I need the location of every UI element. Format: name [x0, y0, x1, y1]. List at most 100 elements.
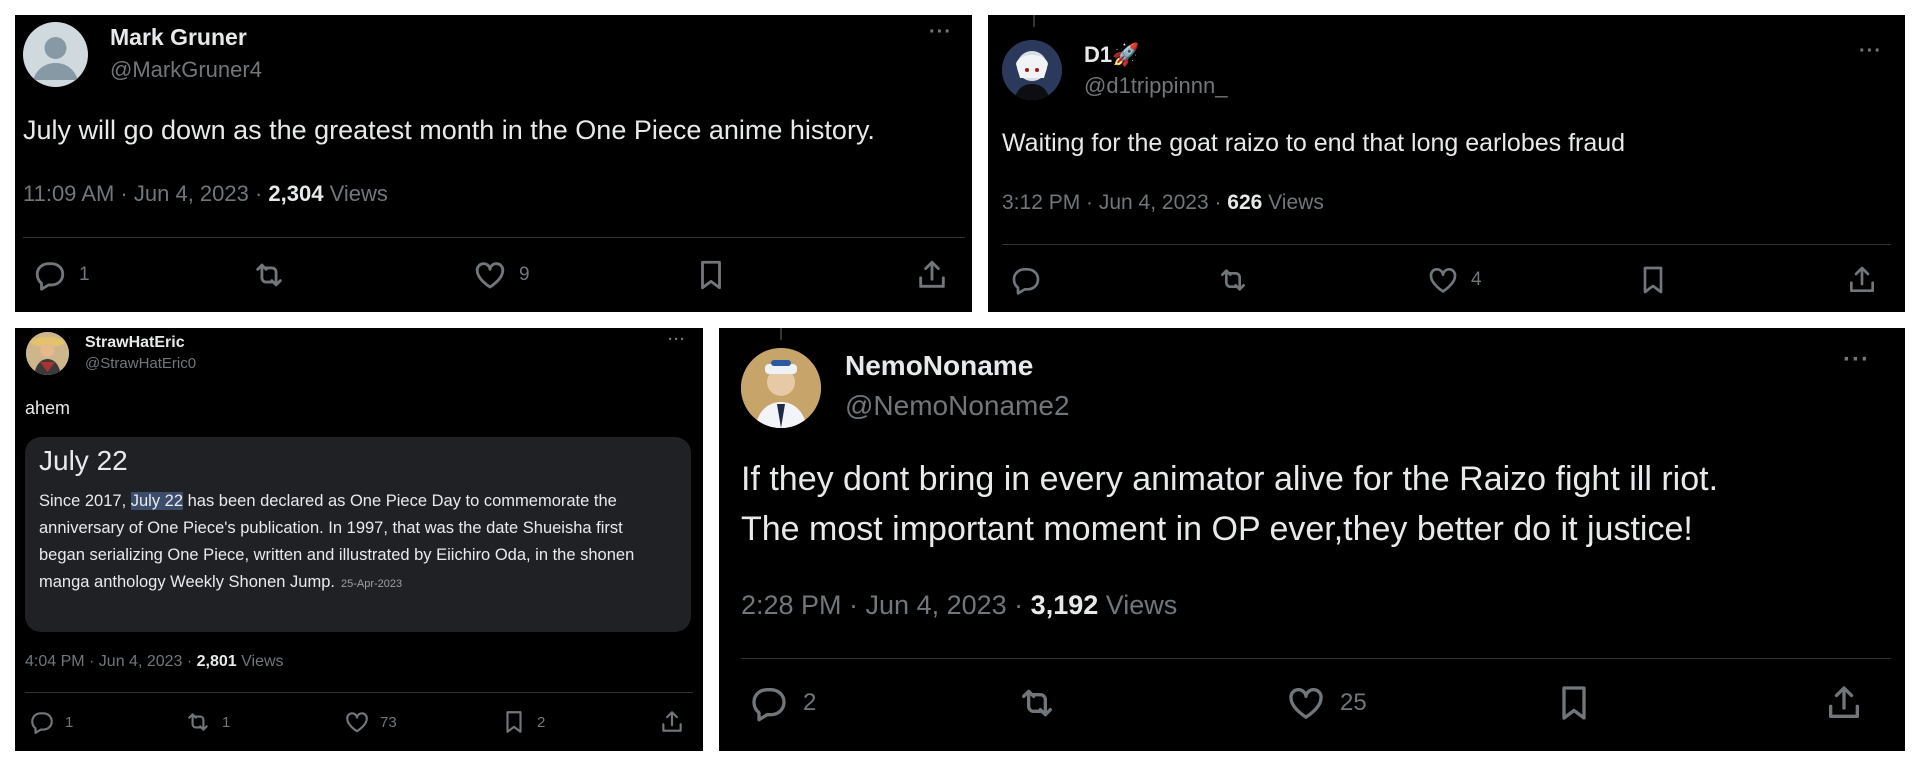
- default-avatar-icon: [33, 37, 78, 80]
- reply-button[interactable]: [1010, 264, 1042, 296]
- tweet-meta: 3:12 PM · Jun 4, 2023 · 626 Views: [1002, 191, 1324, 215]
- reply-count: 2: [803, 689, 817, 716]
- thread-line: [780, 328, 782, 340]
- views-count: 626: [1227, 191, 1263, 214]
- bookmark-icon: [501, 709, 527, 735]
- views-label: Views: [236, 653, 284, 670]
- like-icon: [473, 258, 507, 292]
- avatar[interactable]: [1002, 40, 1062, 100]
- retweet-icon: [1215, 264, 1251, 296]
- retweet-count: 1: [222, 713, 231, 731]
- views-count: 3,192: [1030, 590, 1099, 620]
- reply-button[interactable]: 2: [749, 683, 816, 723]
- retweet-icon: [184, 709, 212, 735]
- retweet-button[interactable]: [1215, 264, 1251, 296]
- divider: [25, 692, 693, 693]
- divider: [1002, 244, 1891, 245]
- retweet-button[interactable]: [1015, 683, 1059, 723]
- reply-icon: [1010, 264, 1042, 296]
- tweet-d1: D1🚀 @d1trippinnn_ ··· Waiting for the go…: [988, 15, 1905, 312]
- share-button[interactable]: [1846, 264, 1878, 296]
- views-label: Views: [323, 181, 388, 206]
- more-icon[interactable]: ···: [1859, 40, 1882, 63]
- user-handle[interactable]: @MarkGruner4: [110, 57, 262, 83]
- tweet-nemononame: NemoNoname @NemoNoname2 ··· If they dont…: [719, 328, 1905, 751]
- bookmark-button[interactable]: 2: [501, 709, 545, 735]
- more-icon[interactable]: ···: [929, 21, 952, 44]
- tweet-meta: 2:28 PM · Jun 4, 2023 · 3,192 Views: [741, 590, 1177, 621]
- reply-icon: [29, 709, 55, 735]
- snippet-text: Since 2017, July 22 has been declared as…: [39, 488, 639, 598]
- like-count: 4: [1471, 269, 1482, 290]
- bookmark-icon: [694, 258, 728, 292]
- reply-count: 1: [65, 713, 74, 731]
- bookmark-button[interactable]: [694, 258, 728, 292]
- more-icon[interactable]: ···: [668, 331, 686, 348]
- tweet-meta: 4:04 PM · Jun 4, 2023 · 2,801 Views: [25, 653, 284, 671]
- bookmark-icon: [1554, 683, 1594, 723]
- retweet-button[interactable]: [250, 258, 288, 292]
- like-count: 9: [519, 264, 530, 285]
- avatar-image: [1002, 40, 1062, 100]
- timestamp[interactable]: 3:12 PM · Jun 4, 2023 ·: [1002, 191, 1227, 214]
- user-handle[interactable]: @StrawHatEric0: [85, 355, 196, 372]
- reply-button[interactable]: 1: [33, 258, 90, 292]
- retweet-icon: [1015, 683, 1059, 723]
- tweet-text: ahem: [25, 398, 71, 418]
- thread-line: [1033, 15, 1035, 27]
- search-snippet-card[interactable]: July 22 Since 2017, July 22 has been dec…: [25, 437, 691, 632]
- display-name[interactable]: D1🚀: [1084, 42, 1140, 68]
- share-button[interactable]: [915, 258, 949, 292]
- like-count: 73: [380, 713, 397, 731]
- share-icon: [659, 709, 685, 735]
- tweet-text: July will go down as the greatest month …: [23, 115, 875, 145]
- bookmark-button[interactable]: [1637, 264, 1669, 296]
- like-button[interactable]: 73: [344, 709, 397, 735]
- timestamp[interactable]: 4:04 PM · Jun 4, 2023 ·: [25, 653, 197, 670]
- share-icon: [1824, 683, 1864, 723]
- avatar-image: [741, 348, 821, 428]
- retweet-icon: [250, 258, 288, 292]
- tweet-text-line-1: If they dont bring in every animator ali…: [741, 460, 1719, 498]
- share-icon: [1846, 264, 1878, 296]
- reply-button[interactable]: 1: [29, 709, 73, 735]
- tweet-text: Waiting for the goat raizo to end that l…: [1002, 129, 1626, 157]
- like-button[interactable]: 25: [1286, 683, 1367, 723]
- reply-icon: [33, 258, 67, 292]
- user-handle[interactable]: @NemoNoname2: [845, 390, 1070, 422]
- like-button[interactable]: 9: [473, 258, 530, 292]
- retweet-button[interactable]: 1: [184, 709, 230, 735]
- share-button[interactable]: [1824, 683, 1864, 723]
- snippet-date: 25-Apr-2023: [340, 578, 403, 590]
- share-button[interactable]: [659, 709, 685, 735]
- more-icon[interactable]: ···: [1843, 346, 1870, 374]
- reply-icon: [749, 683, 789, 723]
- display-name[interactable]: StrawHatEric: [85, 334, 185, 352]
- views-count: 2,801: [196, 653, 237, 670]
- user-handle[interactable]: @d1trippinnn_: [1084, 73, 1227, 99]
- timestamp[interactable]: 2:28 PM · Jun 4, 2023 ·: [741, 590, 1031, 620]
- bookmark-button[interactable]: [1554, 683, 1594, 723]
- bookmark-count: 2: [537, 713, 546, 731]
- tweet-meta: 11:09 AM · Jun 4, 2023 · 2,304 Views: [23, 181, 388, 207]
- avatar[interactable]: [26, 332, 69, 375]
- snippet-title: July 22: [39, 445, 128, 476]
- tweet-strawhateric: StrawHatEric @StrawHatEric0 ··· ahem Jul…: [15, 328, 703, 751]
- tweet-mark-gruner: Mark Gruner @MarkGruner4 ··· July will g…: [15, 15, 972, 312]
- avatar[interactable]: [23, 22, 88, 87]
- like-button[interactable]: 4: [1427, 264, 1482, 296]
- share-icon: [915, 258, 949, 292]
- like-count: 25: [1340, 689, 1367, 716]
- display-name[interactable]: Mark Gruner: [110, 24, 247, 51]
- display-name[interactable]: NemoNoname: [845, 350, 1033, 382]
- like-icon: [344, 709, 370, 735]
- avatar[interactable]: [741, 348, 821, 428]
- timestamp[interactable]: 11:09 AM · Jun 4, 2023 ·: [23, 181, 268, 206]
- tweet-text-line-2: The most important moment in OP ever,the…: [741, 510, 1693, 548]
- divider: [741, 658, 1891, 659]
- snippet-text-before: Since 2017,: [39, 492, 131, 510]
- avatar-image: [26, 332, 69, 375]
- views-count: 2,304: [268, 181, 324, 206]
- like-icon: [1286, 683, 1326, 723]
- reply-count: 1: [79, 264, 90, 285]
